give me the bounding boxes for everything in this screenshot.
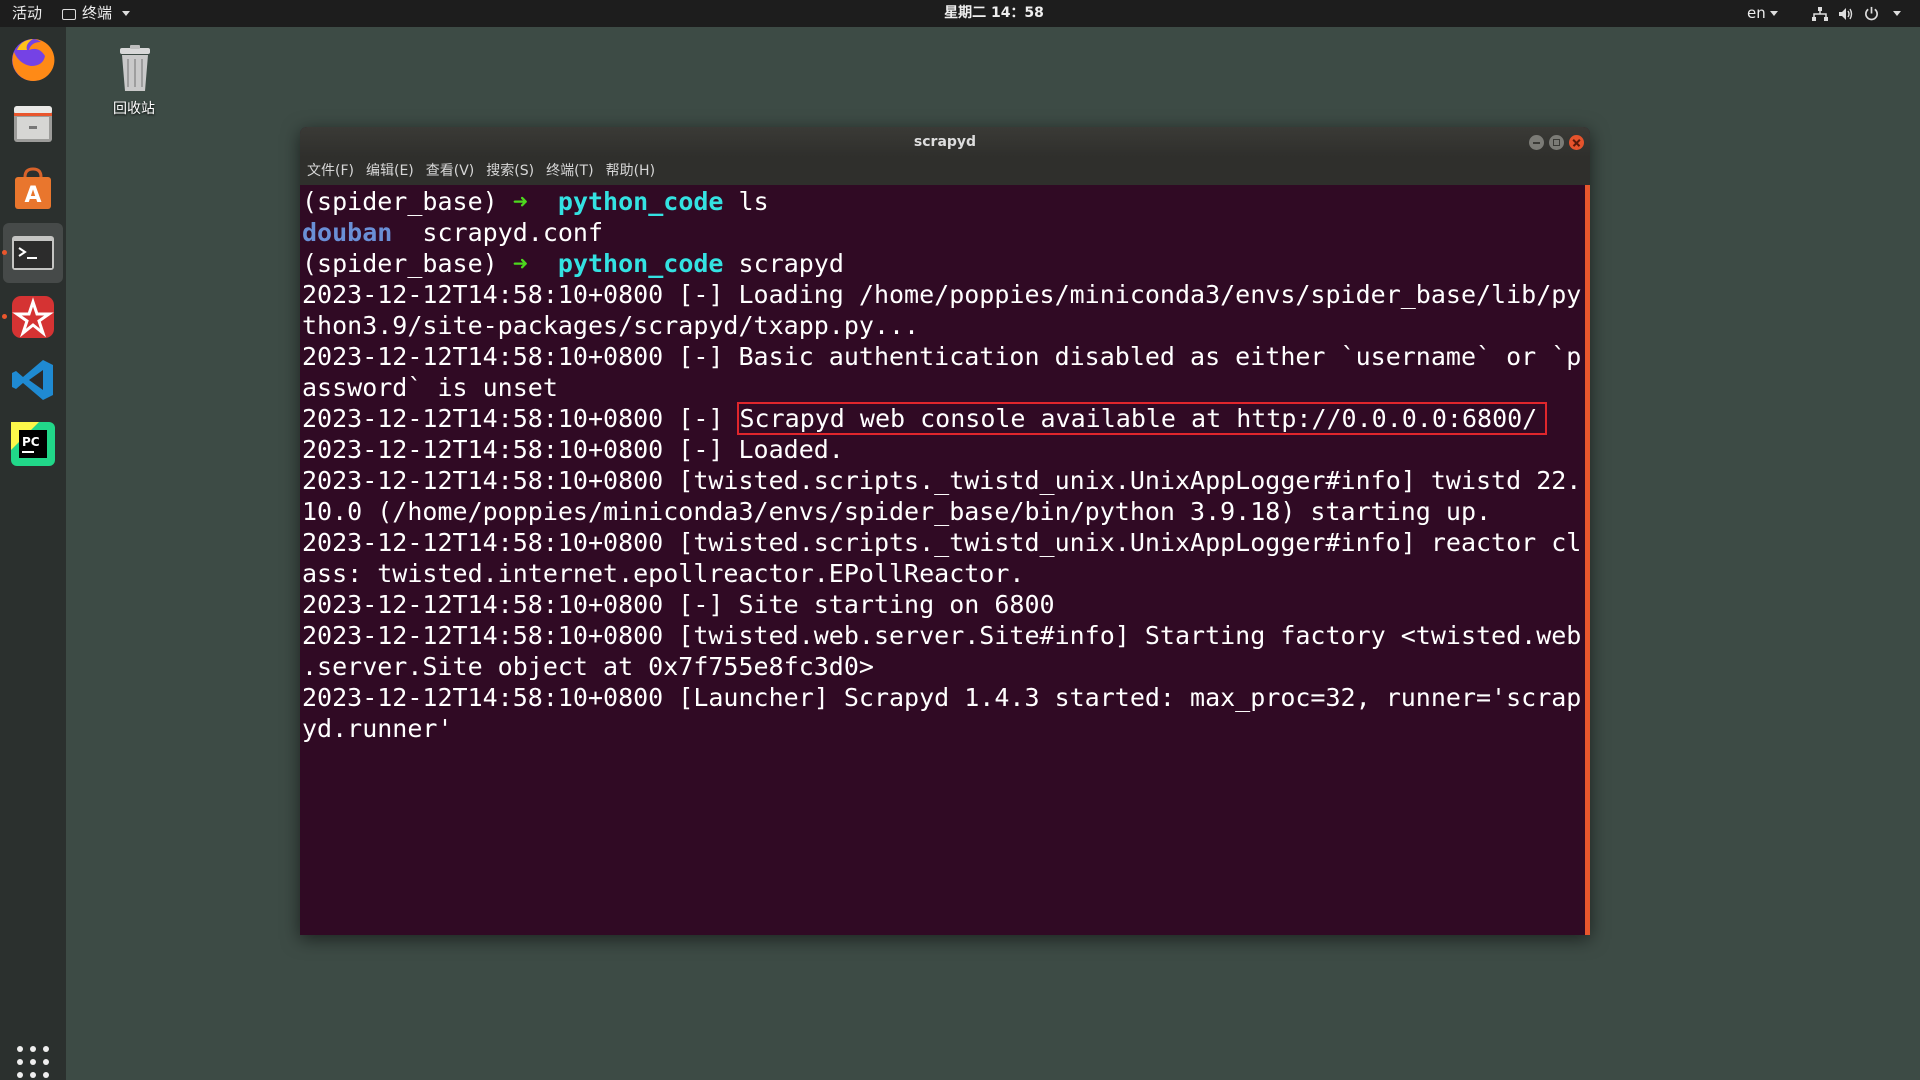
menu-help[interactable]: 帮助(H) [606,157,655,185]
dock: A PC [0,27,66,1080]
system-tray[interactable] [1812,0,1901,27]
log-line: 2023-12-12T14:58:10+0800 [-] Scrapyd web… [302,402,1585,435]
maximize-button[interactable] [1549,135,1564,150]
log-line: 2023-12-12T14:58:10+0800 [twisted.script… [302,466,1582,495]
power-icon [1865,6,1878,21]
log-line: 2023-12-12T14:58:10+0800 [-] Loading /ho… [302,280,1582,309]
log-line: yd.runner' [302,714,453,743]
log-line: 2023-12-12T14:58:10+0800 [-] Loaded. [302,435,844,464]
log-line: .server.Site object at 0x7f755e8fc3d0> [302,652,874,681]
log-line: 2023-12-12T14:58:10+0800 [twisted.web.se… [302,621,1582,650]
menu-file[interactable]: 文件(F) [307,157,354,185]
prompt-line: (spider_base) ➜ python_code scrapyd [302,249,844,278]
log-line: 2023-12-12T14:58:10+0800 [-] Site starti… [302,590,1055,619]
log-line: assword` is unset [302,373,558,402]
app-icon[interactable] [9,293,57,341]
chevron-down-icon [1769,11,1778,16]
top-bar: 活动 终端 星期二 14：58 en [0,0,1920,27]
menu-terminal[interactable]: 终端(T) [546,157,593,185]
log-line: ass: twisted.internet.epollreactor.EPoll… [302,559,1025,588]
close-button[interactable] [1569,135,1584,150]
vscode-icon[interactable] [9,356,57,404]
svg-text:A: A [24,183,41,208]
language-menu[interactable]: en [1747,0,1778,27]
terminal-output[interactable]: (spider_base) ➜ python_code ls douban sc… [300,185,1585,935]
log-line: thon3.9/site-packages/scrapyd/txapp.py..… [302,311,920,340]
ls-output-line: douban scrapyd.conf [302,218,604,247]
pycharm-icon[interactable]: PC [9,420,57,468]
menu-bar: 文件(F) 编辑(E) 查看(V) 搜索(S) 终端(T) 帮助(H) [300,157,1590,185]
log-line: 2023-12-12T14:58:10+0800 [-] Basic authe… [302,342,1582,371]
clock[interactable]: 星期二 14：58 [0,0,1920,27]
running-indicator [2,250,7,255]
window-title: scrapyd [913,134,977,150]
running-indicator [2,314,7,319]
chevron-down-icon [1893,11,1901,16]
firefox-icon[interactable] [9,36,57,84]
trash-label: 回收站 [113,101,155,117]
volume-icon [1839,7,1853,20]
network-icon [1812,6,1828,21]
log-line: 2023-12-12T14:58:10+0800 [Launcher] Scra… [302,683,1582,712]
menu-search[interactable]: 搜索(S) [486,157,534,185]
window-titlebar[interactable]: scrapyd [300,127,1590,157]
prompt-line: (spider_base) ➜ python_code ls [302,187,769,216]
terminal-scrollbar[interactable] [1585,185,1590,935]
menu-view[interactable]: 查看(V) [426,157,475,185]
file-manager-icon[interactable] [9,100,57,148]
menu-edit[interactable]: 编辑(E) [366,157,414,185]
log-line: 10.0 (/home/poppies/miniconda3/envs/spid… [302,497,1492,526]
trash-icon[interactable] [102,44,168,98]
software-center-icon[interactable]: A [9,165,57,213]
log-line: 2023-12-12T14:58:10+0800 [twisted.script… [302,528,1582,557]
language-label: en [1747,4,1766,22]
show-applications-button[interactable] [17,1046,49,1078]
minimize-button[interactable] [1529,135,1544,150]
svg-text:PC: PC [22,435,40,449]
terminal-window: scrapyd 文件(F) 编辑(E) 查看(V) 搜索(S) 终端(T) 帮助… [300,127,1590,935]
highlighted-console-url: Scrapyd web console available at http://… [736,402,1548,435]
terminal-icon[interactable] [9,229,57,277]
